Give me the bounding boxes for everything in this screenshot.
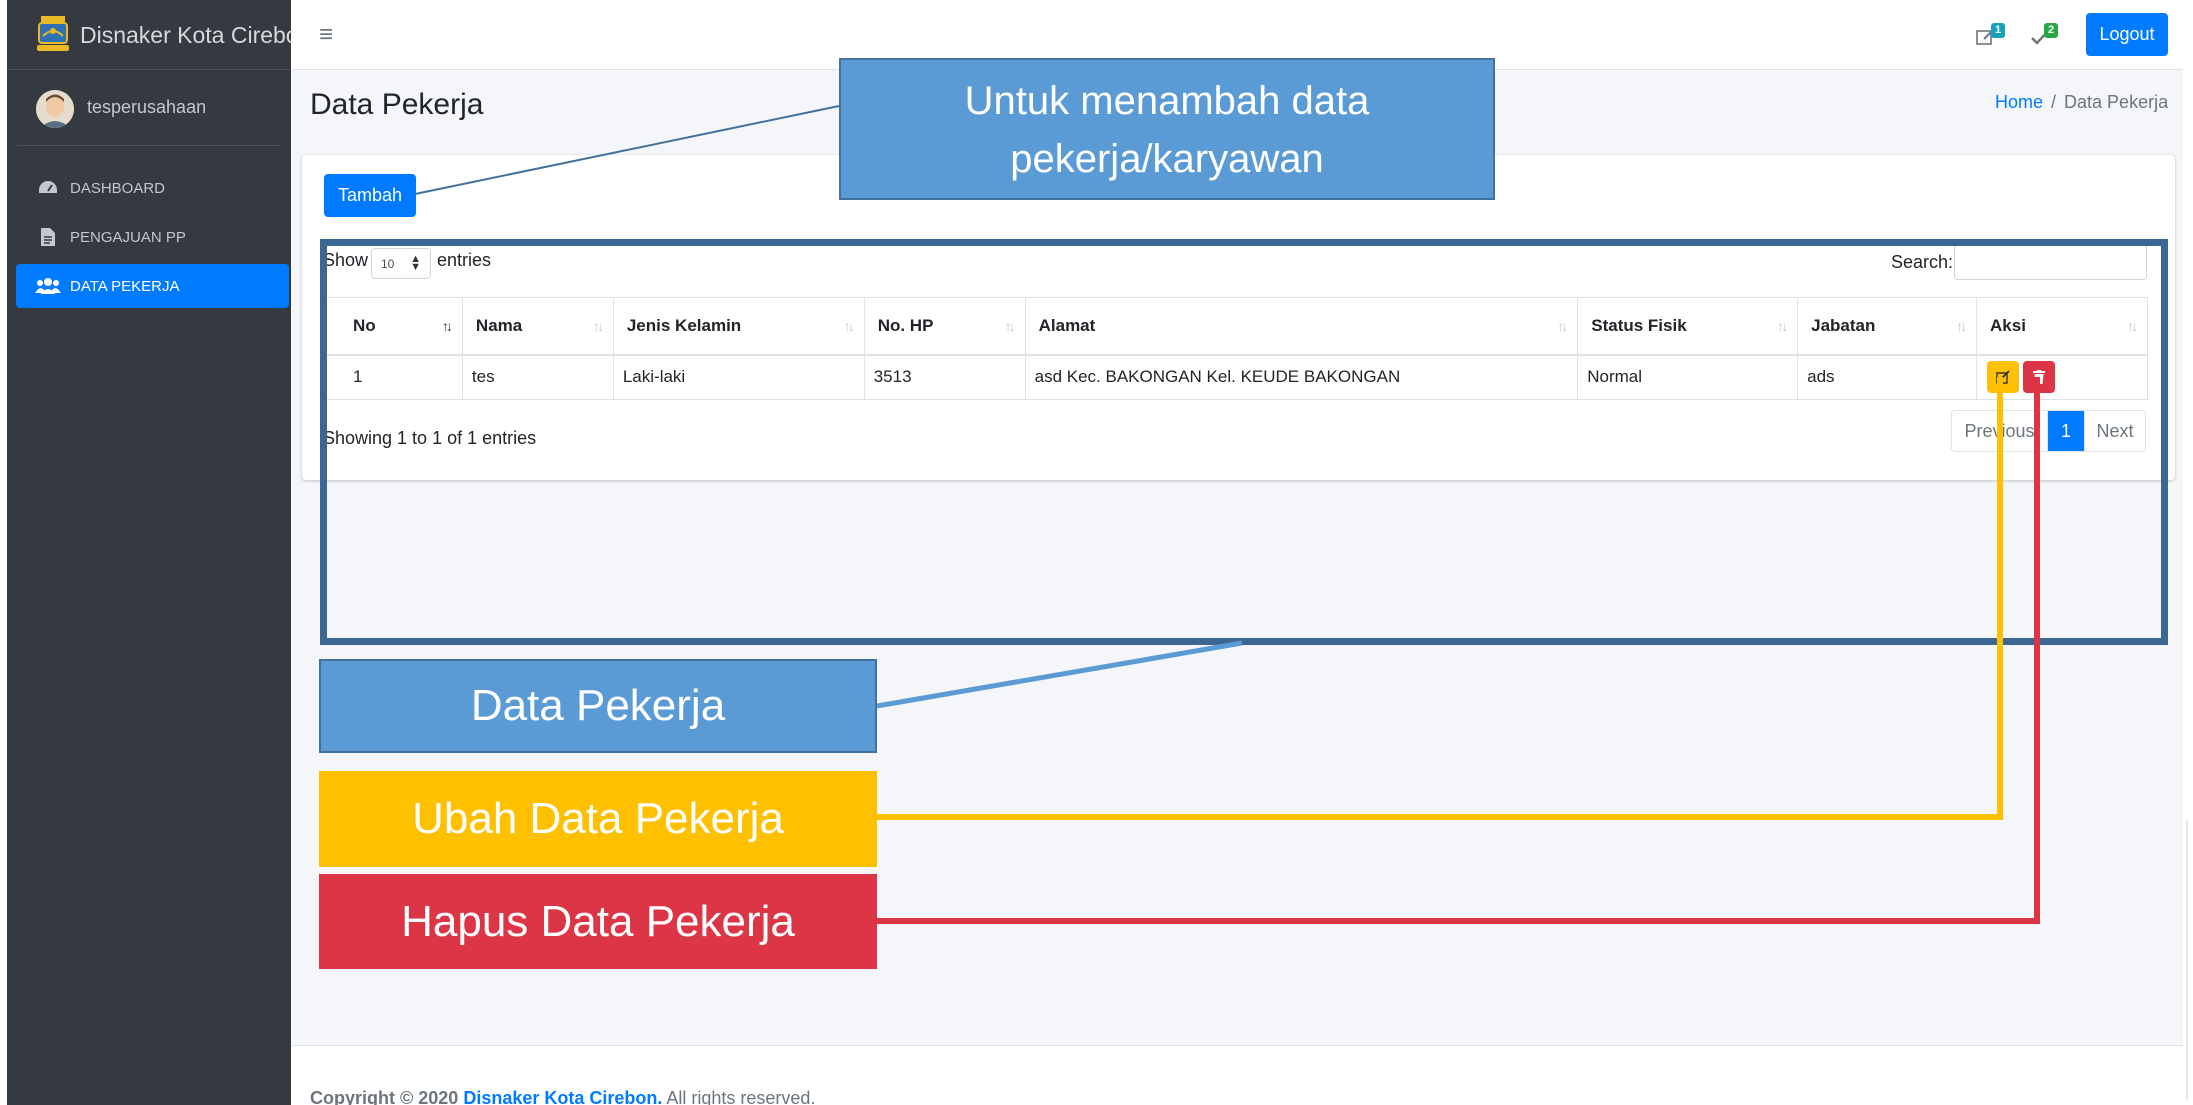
sidebar-item-label: DASHBOARD (70, 179, 166, 197)
logout-button[interactable]: Logout (2086, 13, 2168, 56)
sidebar-item-data-pekerja[interactable]: DATA PEKERJA (16, 264, 289, 308)
annotation-label-delete: Hapus Data Pekerja (319, 874, 877, 969)
sidebar: Disnaker Kota Cirebon tesperusahaan DASH… (7, 0, 311, 1105)
footer-org-link[interactable]: Disnaker Kota Cirebon. (463, 1088, 662, 1105)
file-icon (34, 227, 62, 247)
breadcrumb: Home / Data Pekerja (1995, 92, 2168, 113)
add-button[interactable]: Tambah (324, 174, 416, 217)
decorative-edge (2186, 820, 2193, 1100)
city-logo-icon (37, 16, 69, 51)
breadcrumb-current: Data Pekerja (2064, 92, 2169, 112)
hamburger-menu-icon[interactable]: ≡ (319, 22, 333, 48)
annotation-add-callout: Untuk menambah data pekerja/karyawan (839, 58, 1495, 200)
notification-badge: 1 (1991, 23, 2005, 38)
callout-line-data (876, 640, 1243, 709)
sidebar-item-dashboard[interactable]: DASHBOARD (16, 166, 289, 210)
avatar (36, 90, 74, 128)
annotation-label-data: Data Pekerja (319, 659, 877, 753)
tachometer-icon (34, 179, 62, 197)
notification-edit[interactable]: 1 (1976, 22, 2005, 46)
breadcrumb-separator: / (2051, 92, 2057, 112)
footer-text: Copyright © 2020 Disnaker Kota Cirebon. … (310, 1088, 815, 1105)
user-avatar-icon (36, 90, 74, 128)
notification-check[interactable]: 2 (2031, 22, 2058, 46)
annotation-label-edit: Ubah Data Pekerja (319, 771, 877, 867)
annotation-frame-table (320, 239, 2168, 645)
app-root: Disnaker Kota Cirebon tesperusahaan DASH… (7, 0, 2183, 1105)
sidebar-item-label: DATA PEKERJA (70, 277, 180, 295)
sidebar-item-pengajuan-pp[interactable]: PENGAJUAN PP (16, 215, 289, 259)
notification-badge: 2 (2044, 23, 2058, 38)
page-title: Data Pekerja (310, 88, 484, 121)
users-icon (34, 277, 62, 295)
footer-copyright: Copyright © 2020 (310, 1088, 459, 1105)
footer-rights: All rights reserved. (666, 1088, 816, 1105)
brand-link[interactable]: Disnaker Kota Cirebon (7, 0, 311, 70)
brand-text: Disnaker Kota Cirebon (80, 22, 312, 48)
window-edge-left (0, 0, 7, 1105)
sidebar-item-label: PENGAJUAN PP (70, 228, 186, 246)
breadcrumb-home-link[interactable]: Home (1995, 92, 2043, 112)
user-panel[interactable]: tesperusahaan (17, 72, 281, 146)
footer: Copyright © 2020 Disnaker Kota Cirebon. … (291, 1045, 2183, 1105)
user-name: tesperusahaan (87, 97, 207, 117)
